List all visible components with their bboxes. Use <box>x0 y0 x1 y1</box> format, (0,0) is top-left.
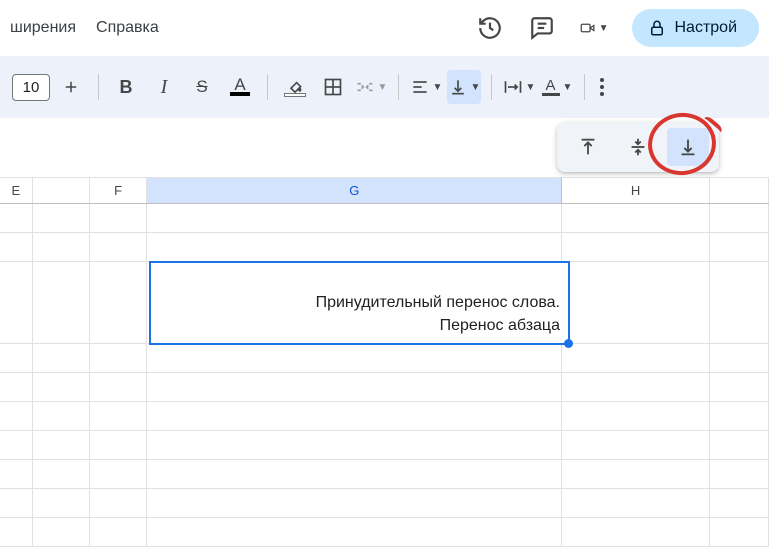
share-button[interactable]: Настрой <box>632 9 759 47</box>
cell-text-line2: Перенос абзаца <box>159 314 560 337</box>
share-label: Настрой <box>674 19 737 37</box>
lock-icon <box>648 19 666 37</box>
active-cell[interactable]: Принудительный перенос слова. Перенос аб… <box>149 261 570 345</box>
table-row[interactable] <box>0 518 769 547</box>
table-row[interactable] <box>0 373 769 402</box>
table-row[interactable] <box>0 204 769 233</box>
header-actions: ▼ Настрой <box>476 9 759 47</box>
col-header-blank[interactable] <box>33 178 90 203</box>
separator <box>267 74 268 100</box>
vertical-align-button[interactable]: ▼ <box>447 70 481 104</box>
font-size-increase[interactable] <box>54 70 88 104</box>
merge-cells-button[interactable]: ▼ <box>354 70 388 104</box>
more-icon[interactable] <box>595 70 609 104</box>
menu-extensions[interactable]: ширения <box>10 19 76 37</box>
chevron-down-icon: ▼ <box>526 82 536 93</box>
col-header-e[interactable]: E <box>0 178 33 203</box>
separator <box>398 74 399 100</box>
spreadsheet-grid[interactable]: E F G H Принудительный перенос слова. Пе… <box>0 177 769 500</box>
borders-button[interactable] <box>316 70 350 104</box>
grid-body[interactable]: Принудительный перенос слова. Перенос аб… <box>0 204 769 547</box>
text-color-button[interactable]: A <box>223 70 257 104</box>
text-rotation-button[interactable]: A ▼ <box>540 70 574 104</box>
column-headers: E F G H <box>0 177 769 204</box>
text-wrap-button[interactable]: ▼ <box>502 70 536 104</box>
menu-help[interactable]: Справка <box>96 19 159 37</box>
separator <box>584 74 585 100</box>
valign-bottom-option[interactable] <box>667 128 709 166</box>
valign-middle-option[interactable] <box>617 128 659 166</box>
table-row[interactable] <box>0 431 769 460</box>
meet-icon[interactable]: ▼ <box>580 14 608 42</box>
vertical-align-popup <box>557 122 719 172</box>
table-row[interactable] <box>0 460 769 489</box>
italic-button[interactable]: I <box>147 70 181 104</box>
menu-bar: ширения Справка <box>10 19 159 37</box>
toolbar: 10 B I S A ▼ ▼ ▼ ▼ A ▼ <box>0 56 769 118</box>
table-row[interactable] <box>0 489 769 518</box>
font-size-input[interactable]: 10 <box>12 74 50 101</box>
table-row[interactable] <box>0 344 769 373</box>
app-header: ширения Справка ▼ Настрой <box>0 0 769 56</box>
cell-text-line1: Принудительный перенос слова. <box>159 291 560 314</box>
separator <box>98 74 99 100</box>
selection-handle[interactable] <box>564 339 573 348</box>
chevron-down-icon: ▼ <box>433 82 443 93</box>
chevron-down-icon: ▼ <box>563 82 573 93</box>
horizontal-align-button[interactable]: ▼ <box>409 70 443 104</box>
strikethrough-button[interactable]: S <box>185 70 219 104</box>
col-header-f[interactable]: F <box>90 178 147 203</box>
col-header-next[interactable] <box>710 178 769 203</box>
fill-color-button[interactable] <box>278 70 312 104</box>
col-header-g[interactable]: G <box>147 178 562 203</box>
table-row[interactable] <box>0 402 769 431</box>
chevron-down-icon: ▼ <box>378 82 388 93</box>
valign-top-option[interactable] <box>567 128 609 166</box>
chevron-down-icon: ▼ <box>471 82 481 93</box>
history-icon[interactable] <box>476 14 504 42</box>
comment-icon[interactable] <box>528 14 556 42</box>
col-header-h[interactable]: H <box>562 178 709 203</box>
separator <box>491 74 492 100</box>
table-row[interactable] <box>0 233 769 262</box>
bold-button[interactable]: B <box>109 70 143 104</box>
chevron-down-icon: ▼ <box>599 23 609 34</box>
